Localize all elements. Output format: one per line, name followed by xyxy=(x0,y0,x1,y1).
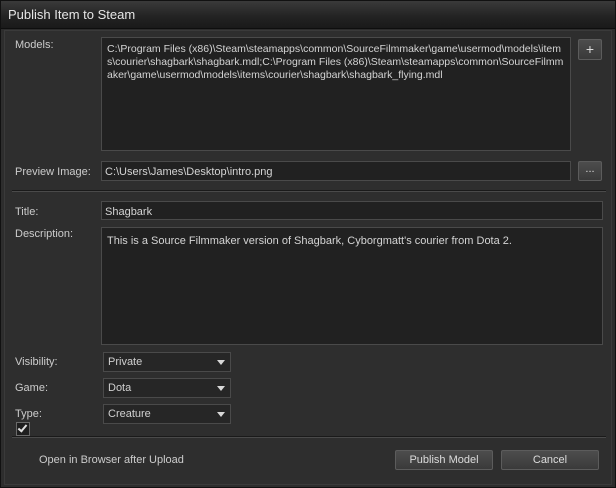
title-field[interactable]: Shagbark xyxy=(101,201,603,220)
description-label: Description: xyxy=(15,228,74,240)
open-browser-label[interactable]: Open in Browser after Upload xyxy=(39,454,184,466)
visibility-label: Visibility: xyxy=(15,356,58,368)
chevron-down-icon xyxy=(217,412,225,417)
browse-preview-button[interactable]: ... xyxy=(578,161,602,181)
preview-image-field[interactable]: C:\Users\James\Desktop\intro.png xyxy=(101,161,571,181)
models-label: Models: xyxy=(15,39,54,51)
type-value: Creature xyxy=(108,408,151,420)
publish-model-button[interactable]: Publish Model xyxy=(395,450,493,470)
dialog-content: Models: C:\Program Files (x86)\Steam\ste… xyxy=(4,30,612,485)
visibility-value: Private xyxy=(108,356,143,368)
game-select[interactable]: Dota xyxy=(103,378,231,398)
preview-image-label: Preview Image: xyxy=(15,166,91,178)
description-field[interactable]: This is a Source Filmmaker version of Sh… xyxy=(101,227,603,345)
title-label: Title: xyxy=(15,206,39,218)
title-bar[interactable]: Publish Item to Steam xyxy=(1,1,615,29)
chevron-down-icon xyxy=(217,360,225,365)
type-label: Type: xyxy=(15,408,42,420)
visibility-select[interactable]: Private xyxy=(103,352,231,372)
add-model-button[interactable]: + xyxy=(578,39,602,60)
chevron-down-icon xyxy=(217,386,225,391)
publish-dialog: Publish Item to Steam Models: C:\Program… xyxy=(0,0,616,488)
game-label: Game: xyxy=(15,382,49,394)
game-value: Dota xyxy=(108,382,132,394)
divider-top xyxy=(12,191,606,192)
divider-bottom xyxy=(12,437,606,438)
cancel-button[interactable]: Cancel xyxy=(501,450,599,470)
open-browser-checkbox[interactable] xyxy=(16,422,30,436)
type-select[interactable]: Creature xyxy=(103,404,231,424)
models-field[interactable]: C:\Program Files (x86)\Steam\steamapps\c… xyxy=(101,37,571,151)
checkmark-icon xyxy=(17,422,28,433)
window-title: Publish Item to Steam xyxy=(8,7,136,22)
